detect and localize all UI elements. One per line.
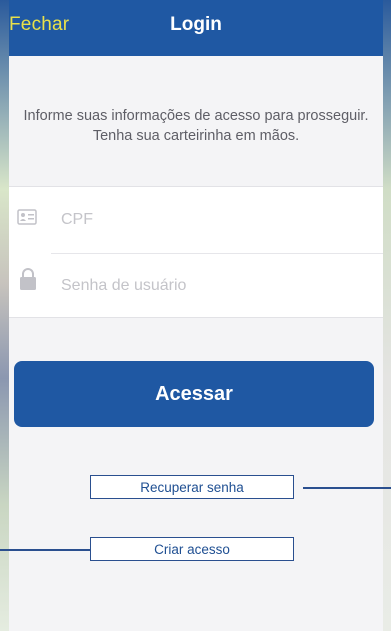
create-access-link[interactable]: Criar acesso — [90, 537, 294, 561]
instructions-text: Informe suas informações de acesso para … — [9, 106, 383, 146]
cpf-field-row — [9, 189, 383, 251]
login-button[interactable]: Acessar — [14, 361, 374, 427]
lock-icon — [19, 267, 37, 296]
background-edge-left — [0, 0, 9, 631]
cpf-input[interactable] — [59, 201, 363, 239]
password-input[interactable] — [59, 267, 363, 305]
annotation-line-recover — [303, 487, 391, 489]
background-edge-right — [383, 0, 391, 631]
annotation-line-create — [0, 549, 90, 551]
password-field-row — [9, 255, 383, 317]
id-card-icon — [17, 209, 37, 230]
navigation-bar: Fechar Login — [9, 0, 383, 56]
instructions-line-2: Tenha sua carteirinha em mãos. — [92, 128, 300, 144]
page-title: Login — [170, 14, 222, 35]
login-form — [9, 186, 383, 318]
field-divider — [51, 253, 383, 254]
instructions-line-1: Informe suas informações de acesso para … — [23, 108, 369, 124]
recover-password-link[interactable]: Recuperar senha — [90, 475, 294, 499]
